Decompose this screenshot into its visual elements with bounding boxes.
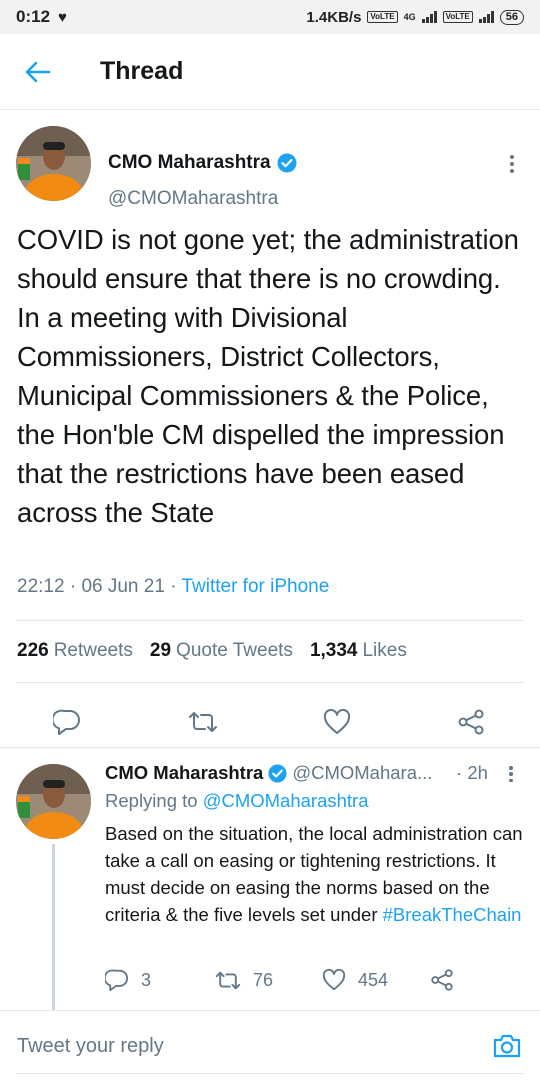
like-icon xyxy=(322,969,346,991)
reply-author-name[interactable]: CMO Maharashtra xyxy=(105,762,263,784)
avatar[interactable] xyxy=(16,126,91,201)
retweet-icon xyxy=(215,971,241,989)
back-arrow-icon xyxy=(25,61,51,82)
reply-input[interactable]: Tweet your reply xyxy=(17,1035,164,1058)
like-button[interactable] xyxy=(315,702,359,742)
reply-icon xyxy=(105,969,129,991)
reply-reply-button[interactable]: 3 xyxy=(105,966,151,994)
likes-stat[interactable]: 1,334 Likes xyxy=(310,640,407,662)
app-bar: Thread xyxy=(0,34,540,110)
reply-like-button[interactable]: 454 xyxy=(322,966,388,994)
battery-icon: 56 xyxy=(499,9,524,25)
reply-underline xyxy=(16,1073,524,1074)
status-time: 0:12 xyxy=(16,7,51,26)
heart-icon: ♥ xyxy=(58,8,67,26)
reply-retweet-button[interactable]: 76 xyxy=(215,966,273,994)
verified-badge-icon xyxy=(277,153,297,173)
tweet-source[interactable]: Twitter for iPhone xyxy=(181,576,329,597)
replying-to-handle[interactable]: @CMOMaharashtra xyxy=(203,790,369,811)
reply-author-handle: @CMOMahara... xyxy=(292,762,433,783)
reply-tweet[interactable]: CMO Maharashtra @CMOMahara... · 2h Reply… xyxy=(0,748,540,1010)
more-vertical-icon[interactable] xyxy=(504,152,520,176)
reply-retweets-count: 76 xyxy=(253,969,274,990)
status-bar: 0:12 ♥ 1.4KB/s VoLTE 4G VoLTE 56 xyxy=(0,0,540,34)
retweets-label: Retweets xyxy=(53,640,133,661)
tweet-text: COVID is not gone yet; the administratio… xyxy=(17,224,519,528)
replying-to-label: Replying to xyxy=(105,790,198,811)
reply-bar: Tweet your reply xyxy=(0,1010,540,1080)
divider xyxy=(16,620,524,621)
author-row: CMO Maharashtra @CMOMaharashtra xyxy=(16,126,526,209)
retweets-count: 226 xyxy=(17,640,49,661)
more-vertical-icon[interactable] xyxy=(504,764,518,784)
volte-icon-2: VoLTE xyxy=(442,11,473,23)
tweet-date: 06 Jun 21 xyxy=(81,576,165,597)
replying-to: Replying to @CMOMaharashtra xyxy=(105,790,369,812)
verified-badge-icon xyxy=(268,763,287,783)
network-type: 4G xyxy=(403,12,416,22)
share-icon xyxy=(431,969,453,991)
quote-label: Quote Tweets xyxy=(176,640,293,661)
status-indicators: 1.4KB/s VoLTE 4G VoLTE 56 xyxy=(306,9,524,26)
hashtag-link[interactable]: #BreakTheChain xyxy=(383,904,522,925)
divider xyxy=(16,682,524,683)
tweet-stats: 226 Retweets 29 Quote Tweets 1,334 Likes xyxy=(17,640,407,662)
like-icon xyxy=(323,709,351,734)
retweet-icon xyxy=(189,712,217,732)
share-icon xyxy=(458,709,484,735)
likes-label: Likes xyxy=(362,640,407,661)
thread-line xyxy=(52,844,55,1010)
reply-likes-count: 454 xyxy=(358,969,389,990)
reply-share-button[interactable] xyxy=(430,966,454,994)
tweet-meta: 22:12 · 06 Jun 21 · Twitter for iPhone xyxy=(17,576,330,597)
reply-avatar[interactable] xyxy=(16,764,91,839)
author-name[interactable]: CMO Maharashtra xyxy=(108,152,297,174)
reply-time-wrapper: · 2h xyxy=(456,762,488,783)
network-speed: 1.4KB/s xyxy=(306,8,362,26)
quote-tweets-stat[interactable]: 29 Quote Tweets xyxy=(150,640,293,662)
signal-icon-2 xyxy=(478,11,494,23)
reply-time: 2h xyxy=(467,762,488,783)
reply-icon xyxy=(53,709,80,735)
reply-replies-count: 3 xyxy=(141,969,152,990)
reply-button[interactable] xyxy=(45,702,89,742)
camera-icon xyxy=(493,1034,521,1058)
reply-avatar-image xyxy=(16,764,91,839)
share-button[interactable] xyxy=(449,702,493,742)
page-title: Thread xyxy=(100,57,184,85)
signal-icon xyxy=(421,11,437,23)
reply-text: Based on the situation, the local admini… xyxy=(105,820,525,928)
avatar-image xyxy=(16,126,91,201)
camera-button[interactable] xyxy=(490,1029,524,1063)
author-handle: @CMOMaharashtra xyxy=(108,188,279,209)
back-button[interactable] xyxy=(0,34,76,110)
quote-count: 29 xyxy=(149,640,172,661)
tweet-time: 22:12 xyxy=(17,576,65,597)
volte-icon: VoLTE xyxy=(367,11,398,23)
reply-actions: 3 76 454 xyxy=(105,966,525,996)
reply-header: CMO Maharashtra @CMOMahara... xyxy=(105,762,432,784)
retweets-stat[interactable]: 226 Retweets xyxy=(17,640,133,662)
retweet-button[interactable] xyxy=(181,702,225,742)
author-name-text: CMO Maharashtra xyxy=(108,152,271,173)
likes-count: 1,334 xyxy=(309,640,358,661)
tweet-actions xyxy=(0,698,540,754)
